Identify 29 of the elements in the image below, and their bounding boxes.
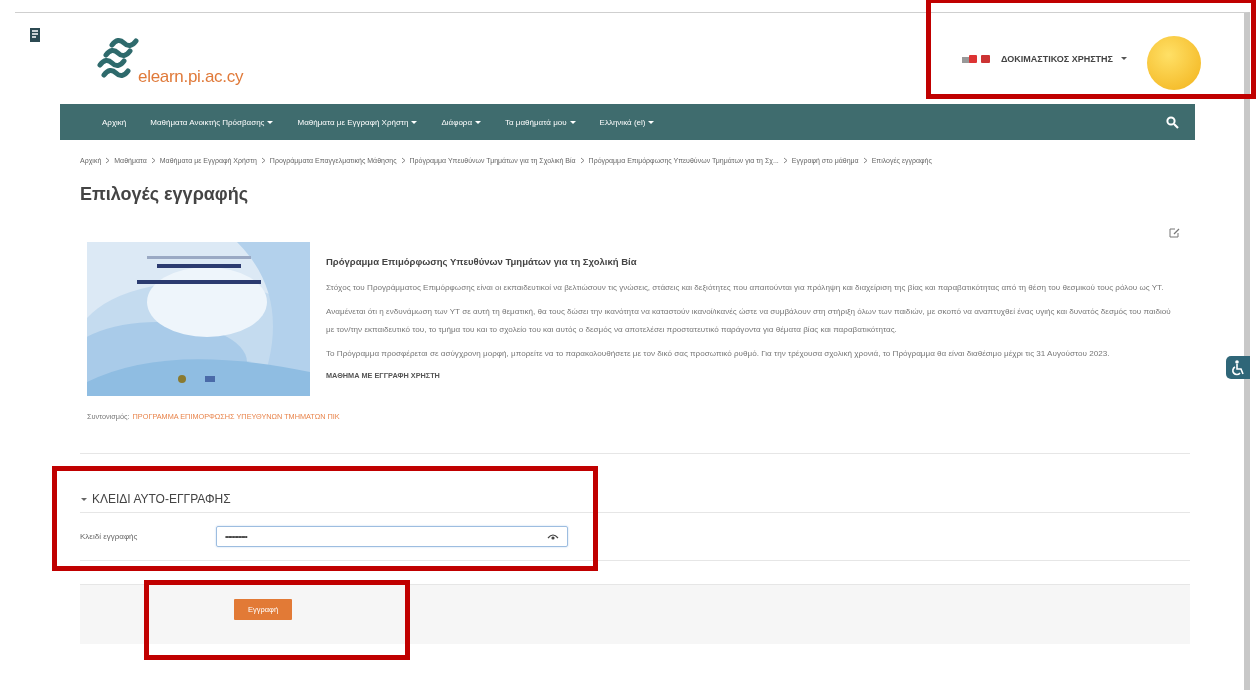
document-icon[interactable] — [28, 26, 42, 43]
eye-icon[interactable] — [547, 532, 559, 541]
user-name[interactable]: ΔΟΚΙΜΑΣΤΙΚΟΣ ΧΡΗΣΤΗΣ — [1001, 53, 1113, 64]
chevron-icon — [260, 157, 266, 164]
page-title: Επιλογές εγγραφής — [80, 184, 250, 205]
chevron-icon — [579, 157, 585, 164]
caret-icon[interactable] — [1121, 57, 1127, 60]
search-icon[interactable] — [1166, 115, 1179, 129]
section-title[interactable]: ΚΛΕΙΔΙ ΑΥΤΟ-ΕΓΓΡΑΦΗΣ — [92, 492, 231, 506]
nav-item[interactable]: Αρχική — [90, 117, 139, 127]
edit-icon[interactable] — [1169, 227, 1180, 238]
nav-item[interactable]: Μαθήματα Ανοικτής Πρόσβασης — [138, 117, 286, 127]
chevron-icon — [150, 157, 156, 164]
chevron-icon — [400, 157, 406, 164]
chevron-icon — [862, 157, 868, 164]
collapse-icon[interactable] — [80, 496, 88, 502]
nav-item[interactable]: Ελληνικά (el) — [587, 117, 667, 127]
accessibility-icon — [1231, 359, 1245, 376]
course-description: Στόχος του Προγράμματος Επιμόρφωσης είναι οι εκπαιδευτικοί να βελτιώσουν τις γνώσεις, στάσεις και δεξιότητες που απαιτούνται για πρόληψη και διαχείριση της βίας και παραβατικότητας από τη θέση του θεσμικού τους ρόλου ως ΥΤ. — [326, 282, 1165, 294]
chevron-icon — [782, 157, 788, 164]
nav-item[interactable]: Τα μαθήματά μου — [493, 117, 588, 127]
field-label: Κλειδί εγγραφής — [80, 532, 139, 541]
chevron-icon — [105, 157, 111, 164]
course-description: Αναμένεται ότι η ενδυνάμωση των ΥΤ σε αυτή τη θεματική, θα τους δώσει την ικανότητα να καταστούν ικανοί/ικανές ώστε να συμβάλουν στη στήριξη όλων των παιδιών, με σκοπό να αναπτυχθεί ένας υγιής και δυνατός δεσμός του παιδιού με τον/την εκπαιδευτικό του, το τμήμα του και το σχολείο του και αυτός ο δεσμός να αποτελέσει προστατευτικό παράγοντα για θέματα βίας και παραβατικότητας. — [326, 306, 1172, 336]
nav-item[interactable]: Διάφορα — [429, 117, 493, 127]
accessibility-button[interactable] — [1226, 356, 1250, 379]
course-description: Το Πρόγραμμα προσφέρεται σε ασύγχρονη μορφή, μπορείτε να το παρακολουθήσετε με τον δικό σας προσωπικό ρυθμό. Για την τρέχουσα σχολική χρονιά, το Πρόγραμμα θα είναι διαθέσιμο μέχρι τις 31 Αυγούστου 2023. — [326, 348, 1111, 360]
course-title[interactable]: Πρόγραμμα Επιμόρφωσης Υπευθύνων Τμημάτων για τη Σχολική Βία — [326, 256, 1181, 267]
nav-item[interactable]: Μαθήματα με Εγγραφή Χρήστη — [285, 117, 430, 127]
